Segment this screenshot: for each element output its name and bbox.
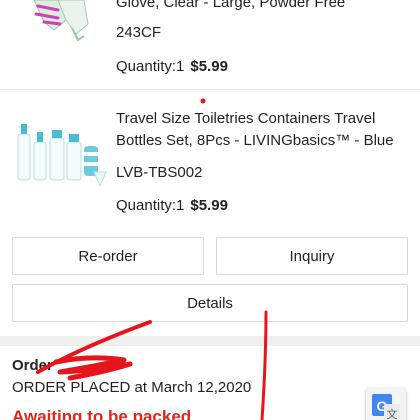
item-quantity-row: Quantity:1 $5.99 <box>116 58 228 75</box>
order-number-label: Order <box>12 357 53 374</box>
item-title[interactable]: Travel Size Toiletries Containers Travel… <box>116 108 410 152</box>
item-sku: LVB-TBS002 <box>116 164 203 181</box>
inquiry-button[interactable]: Inquiry <box>216 237 408 275</box>
section-gap <box>0 336 420 346</box>
translate-button[interactable]: G 文 <box>366 388 406 420</box>
google-translate-icon: G 文 <box>372 394 400 420</box>
item-sku: 243CF <box>116 24 162 41</box>
order-status: Awaiting to be packed <box>12 407 192 420</box>
gloves-product-image <box>33 0 89 42</box>
details-button[interactable]: Details <box>12 284 408 322</box>
order-item[interactable]: Travel Size Toiletries Containers Travel… <box>0 90 420 230</box>
item-price: $5.99 <box>190 58 228 75</box>
item-quantity: Quantity:1 <box>116 58 185 75</box>
item-price: $5.99 <box>190 197 228 214</box>
svg-text:文: 文 <box>387 407 398 420</box>
item-quantity-row: Quantity:1 $5.99 <box>116 197 228 214</box>
order-item[interactable]: Glove, Clear - Large, Powder Free 243CF … <box>0 0 420 88</box>
item-title[interactable]: Glove, Clear - Large, Powder Free <box>116 0 410 14</box>
order-placed-date: ORDER PLACED at March 12,2020 <box>12 379 252 396</box>
item-quantity: Quantity:1 <box>116 197 185 214</box>
reorder-button[interactable]: Re-order <box>12 237 204 275</box>
toiletry-bottles-product-image <box>17 124 107 188</box>
